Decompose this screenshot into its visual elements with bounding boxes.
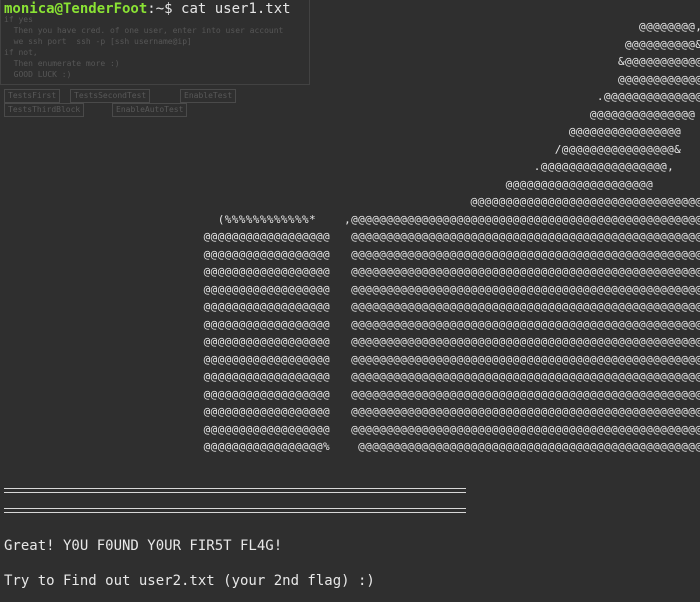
double-rule-bottom	[4, 508, 466, 513]
command-prompt-line: monica@TenderFoot:~$ cat user1.txt	[4, 1, 291, 18]
prompt-separator: :~$	[147, 1, 173, 17]
double-rule-top	[4, 488, 466, 493]
flag-found-message: Great! Y0U F0UND Y0UR FIR5T FL4G!	[4, 538, 283, 554]
terminal-window[interactable]: if yes Then you have cred. of one user, …	[0, 0, 700, 602]
ascii-art-flag: @@@@@@@@, @@@@@@@@@@& &@@@@@@@@@@ @@@@@@…	[203, 20, 700, 453]
prompt-command: cat user1.txt	[172, 1, 291, 17]
next-flag-hint: Try to Find out user2.txt (your 2nd flag…	[4, 573, 375, 589]
prompt-user-host: monica@TenderFoot	[4, 1, 148, 17]
